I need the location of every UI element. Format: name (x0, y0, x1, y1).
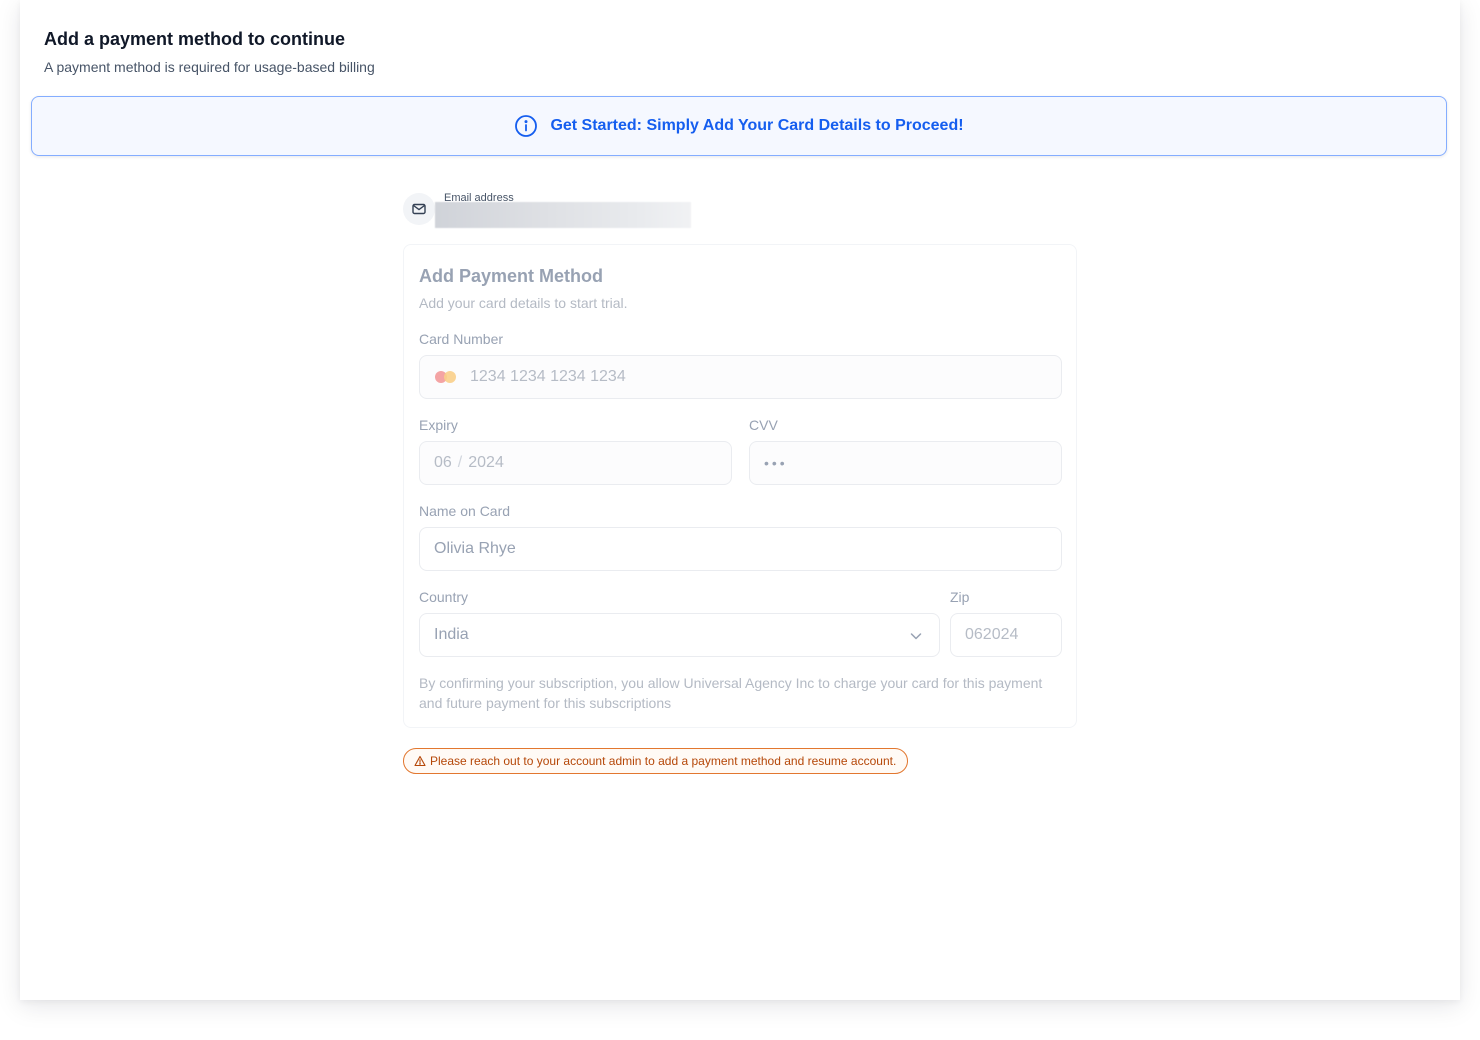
zip-label: Zip (950, 589, 970, 605)
expiry-separator: / (457, 454, 463, 471)
email-value-redacted (435, 202, 691, 228)
card-subtitle: Add your card details to start trial. (419, 295, 628, 311)
info-banner: Get Started: Simply Add Your Card Detail… (31, 96, 1447, 156)
cvv-value: ••• (764, 455, 788, 471)
cvv-input[interactable]: ••• (749, 441, 1062, 485)
email-display: Email address (403, 192, 723, 229)
name-on-card-value: Olivia Rhye (434, 540, 516, 557)
chevron-down-icon (910, 633, 922, 640)
info-icon (515, 115, 538, 137)
payment-method-card: Add Payment Method Add your card details… (403, 244, 1077, 728)
mail-icon-wrapper (403, 193, 435, 225)
page-subtitle: A payment method is required for usage-b… (44, 59, 375, 75)
zip-input[interactable]: 062024 (950, 613, 1062, 657)
cvv-label: CVV (749, 417, 778, 433)
subscription-legal-text: By confirming your subscription, you all… (419, 675, 1043, 711)
mastercard-icon (434, 370, 458, 384)
admin-warning-badge: Please reach out to your account admin t… (403, 748, 909, 774)
alert-triangle-icon (414, 755, 426, 767)
expiry-input[interactable]: 06 / 2024 (419, 441, 732, 485)
card-number-label: Card Number (419, 331, 504, 347)
card-title: Add Payment Method (419, 266, 604, 286)
country-select[interactable]: India (419, 613, 940, 657)
card-number-input[interactable]: 1234 1234 1234 1234 (419, 355, 1062, 399)
banner-text: Get Started: Simply Add Your Card Detail… (550, 117, 964, 134)
expiry-label: Expiry (419, 417, 458, 433)
expiry-month: 06 (434, 454, 452, 471)
name-on-card-label: Name on Card (419, 503, 511, 519)
country-label: Country (419, 589, 469, 605)
card-number-placeholder: 1234 1234 1234 1234 (470, 368, 626, 385)
country-value: India (434, 626, 469, 643)
mail-icon (412, 203, 426, 215)
payment-required-page: Add a payment method to continue A payme… (20, 0, 1460, 1000)
page-title: Add a payment method to continue (44, 29, 346, 49)
warning-text: Please reach out to your account admin t… (430, 754, 897, 768)
name-on-card-input[interactable]: Olivia Rhye (419, 527, 1062, 571)
zip-value: 062024 (965, 626, 1019, 643)
expiry-year: 2024 (468, 454, 504, 471)
